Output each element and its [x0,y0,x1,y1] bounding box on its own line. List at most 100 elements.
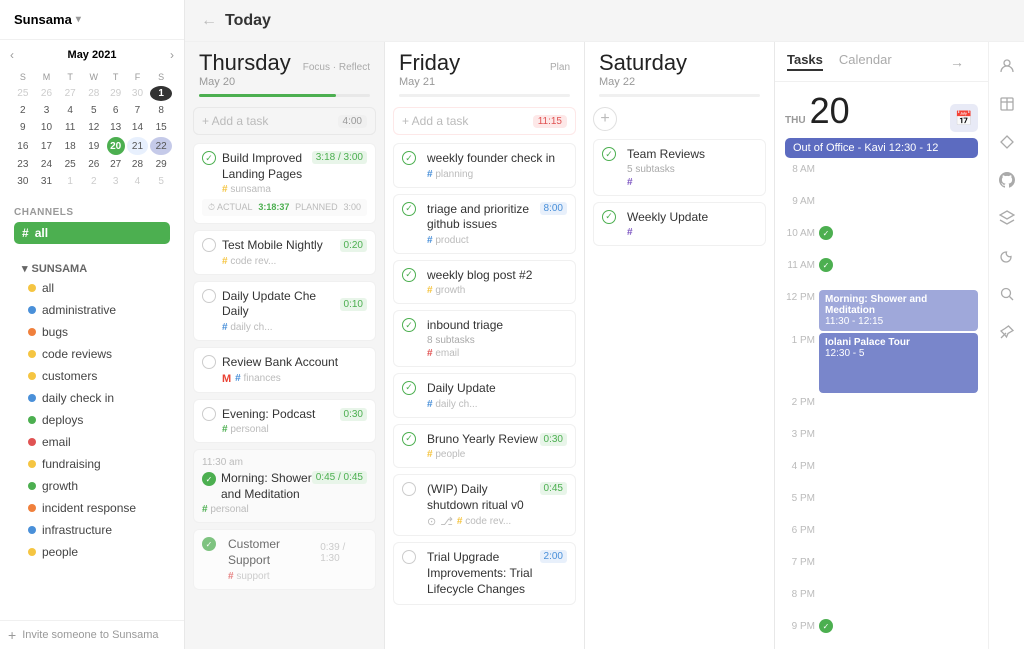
task-checkbox[interactable] [402,482,416,496]
add-task-button-saturday[interactable]: + [593,107,617,131]
cal-day[interactable]: 4 [127,174,149,189]
tab-tasks[interactable]: Tasks [787,52,823,71]
cal-day[interactable]: 2 [83,174,105,189]
cal-day[interactable]: 5 [83,103,105,118]
github-icon-btn[interactable] [993,166,1021,194]
add-task-label: + Add a task [202,114,268,128]
cal-day[interactable]: 7 [127,103,149,118]
sidebar-item-email[interactable]: email [20,431,170,453]
expand-icon[interactable]: → [950,54,964,70]
cal-day[interactable]: 24 [36,157,58,172]
task-checkbox[interactable] [602,210,616,224]
sidebar-item-all[interactable]: all [20,277,170,299]
cal-day[interactable]: 29 [107,86,125,101]
cal-day[interactable]: 21 [127,137,149,155]
cal-day[interactable]: 27 [107,157,125,172]
task-checkbox[interactable] [202,151,216,165]
cal-day[interactable]: 12 [83,120,105,135]
next-month-button[interactable]: › [170,48,174,62]
cal-day[interactable]: 28 [83,86,105,101]
cal-day[interactable]: 9 [12,120,34,135]
task-checkbox-green[interactable]: ✓ [202,472,216,486]
cal-day[interactable]: 11 [59,120,81,135]
add-task-button-friday[interactable]: + Add a task 11:15 [393,107,576,135]
sidebar-item-deploys[interactable]: deploys [20,409,170,431]
cal-day[interactable]: 25 [59,157,81,172]
cal-day[interactable]: 18 [59,137,81,155]
sidebar-item-people[interactable]: people [20,541,170,563]
layers-icon-btn[interactable] [993,204,1021,232]
cal-day[interactable]: 4 [59,103,81,118]
sidebar-item-code-reviews[interactable]: code reviews [20,343,170,365]
sidebar-item-administrative[interactable]: administrative [20,299,170,321]
task-checkbox[interactable] [402,202,416,216]
sidebar-item-growth[interactable]: growth [20,475,170,497]
sidebar-item-infrastructure[interactable]: infrastructure [20,519,170,541]
task-checkbox[interactable] [402,381,416,395]
pin-icon-btn[interactable] [993,318,1021,346]
sidebar-item-daily-check-in[interactable]: daily check in [20,387,170,409]
cal-day[interactable]: 2 [12,103,34,118]
cal-day[interactable]: 26 [36,86,58,101]
search-icon-btn[interactable] [993,280,1021,308]
cal-day[interactable]: 5 [150,174,172,189]
invite-button[interactable]: + Invite someone to Sunsama [0,620,184,649]
friday-date: May 21 [399,76,570,88]
prev-month-button[interactable]: ‹ [10,48,14,62]
cal-day-today[interactable]: 20 [107,137,125,155]
cal-day[interactable]: 25 [12,86,34,101]
back-icon[interactable]: ← [201,12,217,30]
cal-day[interactable]: 29 [150,157,172,172]
task-title: triage and prioritize github issues [427,202,540,233]
profile-icon-btn[interactable] [993,52,1021,80]
sidebar-item-customers[interactable]: customers [20,365,170,387]
cal-day[interactable]: 3 [36,103,58,118]
sidebar-item-fundraising[interactable]: fundraising [20,453,170,475]
cal-day[interactable]: 27 [59,86,81,101]
cal-day[interactable]: 17 [36,137,58,155]
task-checkbox[interactable] [402,151,416,165]
task-checkbox[interactable] [402,550,416,564]
sidebar-item-incident-response[interactable]: incident response [20,497,170,519]
cal-day[interactable]: 13 [107,120,125,135]
task-checkbox[interactable] [202,238,216,252]
cal-day[interactable]: 6 [107,103,125,118]
table-icon-btn[interactable] [993,90,1021,118]
task-checkbox[interactable] [402,432,416,446]
task-tag: # daily ch... [427,399,567,410]
task-checkbox[interactable] [202,289,216,303]
diamond-icon-btn[interactable] [993,128,1021,156]
cal-day[interactable]: 16 [12,137,34,155]
cal-day[interactable]: 15 [150,120,172,135]
task-title: (WIP) Daily shutdown ritual v0 [427,482,540,513]
task-checkbox[interactable] [402,318,416,332]
cal-day[interactable]: 3 [107,174,125,189]
cal-day[interactable]: 19 [83,137,105,155]
cal-day[interactable]: 8 [150,103,172,118]
cal-day[interactable]: 10 [36,120,58,135]
sidebar-item-bugs[interactable]: bugs [20,321,170,343]
cal-day[interactable]: 31 [36,174,58,189]
task-checkbox-green[interactable]: ✓ [202,537,216,551]
cal-day[interactable]: 23 [12,157,34,172]
task-checkbox[interactable] [402,268,416,282]
cal-day[interactable]: 22 [150,137,172,155]
task-checkbox[interactable] [202,355,216,369]
add-task-button-thursday[interactable]: + Add a task 4:00 [193,107,376,135]
moon-icon-btn[interactable] [993,242,1021,270]
workspace-header[interactable]: Sunsama ▾ [0,0,184,40]
cal-day[interactable]: 30 [12,174,34,189]
task-checkbox[interactable] [602,147,616,161]
cal-day[interactable]: 14 [127,120,149,135]
cal-day[interactable]: 28 [127,157,149,172]
task-checkbox[interactable] [202,407,216,421]
task-title: inbound triage [427,318,503,332]
time-slot-10am: 10 AM [785,226,978,258]
cal-day[interactable]: 26 [83,157,105,172]
tab-calendar[interactable]: Calendar [839,52,892,71]
task-title: Weekly Update [627,210,708,224]
cal-day[interactable]: 1 [150,86,172,101]
cal-day[interactable]: 1 [59,174,81,189]
cal-day[interactable]: 30 [127,86,149,101]
sidebar-item-all-active[interactable]: # all [14,222,170,244]
